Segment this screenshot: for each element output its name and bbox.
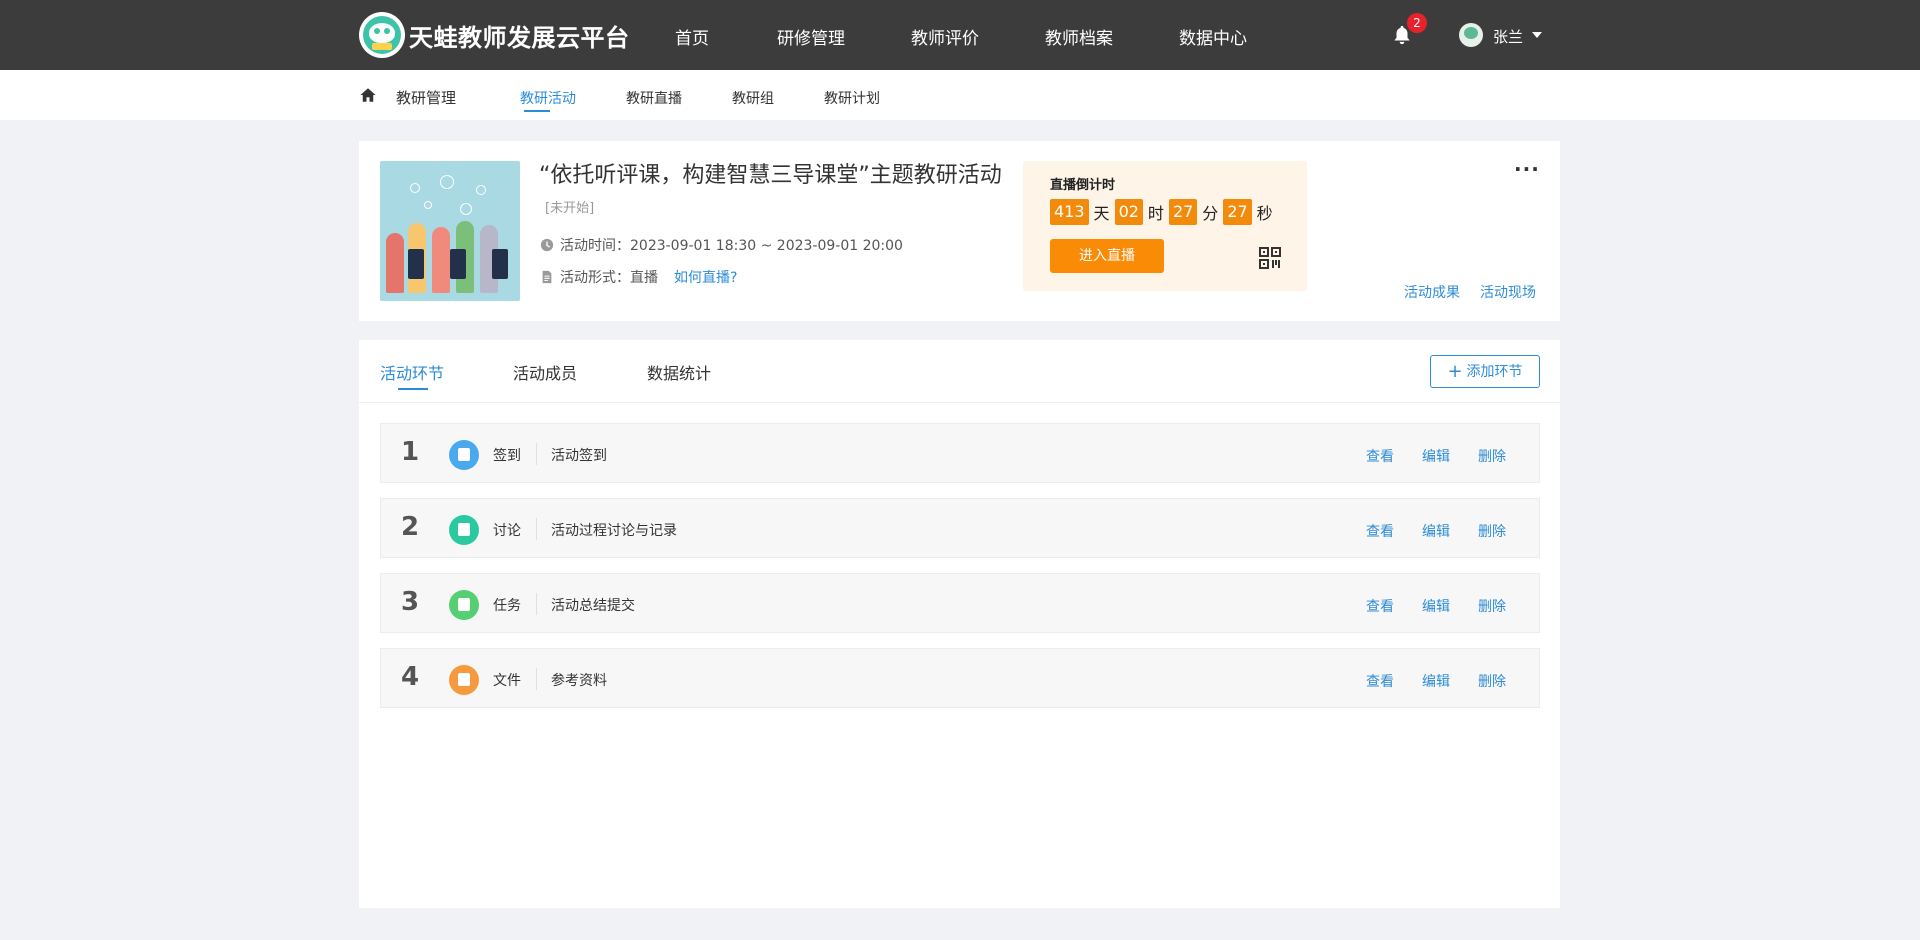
- site-title[interactable]: 天蛙教师发展云平台: [409, 18, 630, 53]
- step-number: 3: [401, 587, 420, 617]
- qr-code-icon[interactable]: [1259, 247, 1281, 269]
- countdown-seconds: 27: [1223, 199, 1252, 225]
- step-number: 4: [401, 662, 420, 692]
- subtab-research-activity[interactable]: 教研活动: [520, 88, 576, 108]
- step-number: 2: [401, 512, 420, 542]
- activity-results-link[interactable]: 活动成果: [1404, 282, 1460, 302]
- tab-activity-members[interactable]: 活动成员: [513, 360, 577, 384]
- step-type: 任务: [493, 598, 521, 614]
- activity-form-text: 活动形式：直播: [560, 270, 658, 286]
- countdown-title: 直播倒计时: [1050, 178, 1116, 193]
- document-icon: [542, 270, 552, 284]
- file-icon: [449, 665, 479, 695]
- countdown-values: 413 天 02 时 27 分 27 秒: [1050, 199, 1278, 225]
- delete-button[interactable]: 删除: [1478, 596, 1506, 616]
- countdown-hours: 02: [1114, 199, 1143, 225]
- step-name: 活动过程讨论与记录: [551, 523, 677, 539]
- step-type: 讨论: [493, 523, 521, 539]
- more-options-icon[interactable]: ···: [1514, 157, 1540, 181]
- add-step-button[interactable]: + 添加环节: [1430, 355, 1540, 388]
- nav-item-home[interactable]: 首页: [675, 24, 709, 49]
- activity-title-text: “依托听评课，构建智慧三导课堂”主题教研活动: [539, 163, 1002, 188]
- view-button[interactable]: 查看: [1366, 596, 1394, 616]
- activity-title: “依托听评课，构建智慧三导课堂”主题教研活动 [未开始]: [539, 161, 1019, 224]
- section-title: 教研管理: [396, 89, 457, 107]
- step-divider: [536, 443, 537, 465]
- username[interactable]: 张兰: [1493, 26, 1523, 47]
- activity-scene-link[interactable]: 活动现场: [1480, 282, 1536, 302]
- step-type: 文件: [493, 673, 521, 689]
- view-button[interactable]: 查看: [1366, 521, 1394, 541]
- task-icon: [449, 590, 479, 620]
- top-header: 天蛙教师发展云平台 首页 研修管理 教师评价 教师档案 数据中心 2 张兰: [0, 0, 1920, 70]
- subtab-research-live[interactable]: 教研直播: [626, 88, 682, 108]
- delete-button[interactable]: 删除: [1478, 446, 1506, 466]
- activity-time-text: 活动时间：2023-09-01 18:30 ~ 2023-09-01 20:00: [560, 238, 903, 254]
- home-icon[interactable]: [359, 86, 377, 104]
- tab-divider: [359, 402, 1560, 403]
- nav-item-evaluation[interactable]: 教师评价: [911, 24, 979, 49]
- step-name: 活动签到: [551, 448, 607, 464]
- countdown-minutes-unit: 分: [1202, 204, 1219, 223]
- activity-cover-image: [380, 161, 520, 301]
- enter-live-button[interactable]: 进入直播: [1050, 239, 1164, 273]
- edit-button[interactable]: 编辑: [1422, 671, 1450, 691]
- clock-icon: [540, 238, 554, 252]
- nav-item-data-center[interactable]: 数据中心: [1179, 24, 1247, 49]
- active-tab-indicator: [398, 388, 428, 390]
- edit-button[interactable]: 编辑: [1422, 521, 1450, 541]
- countdown-hours-unit: 时: [1147, 204, 1164, 223]
- step-divider: [536, 668, 537, 690]
- countdown-seconds-unit: 秒: [1256, 204, 1273, 223]
- countdown-minutes: 27: [1168, 199, 1198, 225]
- step-name: 活动总结提交: [551, 598, 635, 614]
- step-row: 2 讨论 活动过程讨论与记录 查看 编辑 删除: [380, 498, 1540, 558]
- delete-button[interactable]: 删除: [1478, 671, 1506, 691]
- how-to-live-link[interactable]: 如何直播?: [674, 270, 737, 286]
- activity-status: [未开始]: [545, 201, 595, 216]
- countdown-days-unit: 天: [1093, 204, 1110, 223]
- discussion-icon: [449, 515, 479, 545]
- nav-item-archive[interactable]: 教师档案: [1045, 24, 1113, 49]
- sub-navigation: 教研管理 教研活动 教研直播 教研组 教研计划: [0, 70, 1920, 120]
- tab-data-statistics[interactable]: 数据统计: [647, 360, 711, 384]
- activity-form: 活动形式：直播 如何直播?: [540, 267, 737, 287]
- notification-badge[interactable]: 2: [1407, 13, 1427, 33]
- avatar[interactable]: [1459, 23, 1483, 47]
- activity-time: 活动时间：2023-09-01 18:30 ~ 2023-09-01 20:00: [540, 235, 903, 255]
- subtab-research-plan[interactable]: 教研计划: [824, 88, 880, 108]
- tab-activity-steps[interactable]: 活动环节: [380, 360, 444, 384]
- live-countdown-panel: 直播倒计时 413 天 02 时 27 分 27 秒 进入直播: [1023, 161, 1307, 291]
- step-type: 签到: [493, 448, 521, 464]
- nav-item-training[interactable]: 研修管理: [777, 24, 845, 49]
- subtab-research-group[interactable]: 教研组: [732, 88, 774, 108]
- step-row: 1 签到 活动签到 查看 编辑 删除: [380, 423, 1540, 483]
- step-name: 参考资料: [551, 673, 607, 689]
- step-row: 3 任务 活动总结提交 查看 编辑 删除: [380, 573, 1540, 633]
- countdown-days: 413: [1050, 199, 1089, 225]
- active-subtab-indicator: [524, 110, 550, 112]
- chevron-down-icon[interactable]: [1532, 32, 1542, 38]
- view-button[interactable]: 查看: [1366, 446, 1394, 466]
- edit-button[interactable]: 编辑: [1422, 446, 1450, 466]
- logo-icon[interactable]: [359, 12, 405, 58]
- step-divider: [536, 518, 537, 540]
- step-number: 1: [401, 437, 420, 467]
- activity-steps-section: 活动环节 活动成员 数据统计 + 添加环节 1 签到 活动签到 查看 编辑 删除 …: [359, 340, 1560, 908]
- edit-button[interactable]: 编辑: [1422, 596, 1450, 616]
- step-divider: [536, 593, 537, 615]
- delete-button[interactable]: 删除: [1478, 521, 1506, 541]
- checkin-icon: [449, 440, 479, 470]
- activity-card: “依托听评课，构建智慧三导课堂”主题教研活动 [未开始] 活动时间：2023-09…: [359, 141, 1560, 321]
- step-row: 4 文件 参考资料 查看 编辑 删除: [380, 648, 1540, 708]
- plus-icon: +: [1447, 361, 1463, 382]
- view-button[interactable]: 查看: [1366, 671, 1394, 691]
- add-step-label: 添加环节: [1466, 364, 1523, 380]
